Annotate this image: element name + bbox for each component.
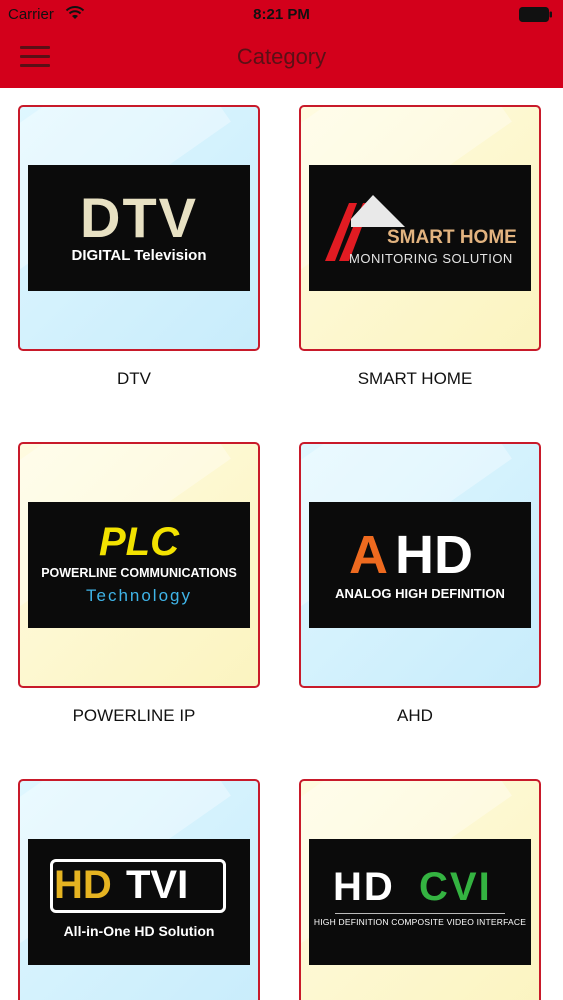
category-card-hd-tvi[interactable]: HD TVI All-in-One HD Solution: [18, 779, 260, 1000]
hd-cvi-logo-cvi: CVI: [419, 865, 492, 909]
category-label-powerline-ip[interactable]: POWERLINE IP: [4, 706, 264, 726]
dtv-logo-subtitle: DIGITAL Television: [71, 247, 207, 264]
plc-logo: PLC POWERLINE COMMUNICATIONS Technology: [28, 502, 250, 628]
category-label-smart-home[interactable]: SMART HOME: [285, 369, 545, 389]
hd-cvi-logo-hd: HD: [333, 865, 395, 909]
category-label-dtv[interactable]: DTV: [4, 369, 264, 389]
hd-cvi-logo-subtitle: HIGH DEFINITION COMPOSITE VIDEO INTERFAC…: [313, 917, 527, 927]
hd-tvi-logo-tvi: TVI: [126, 863, 189, 907]
app-header: Carrier 8:21 PM Category: [0, 0, 563, 88]
category-card-smart-home[interactable]: SMART HOME MONITORING SOLUTION: [299, 105, 541, 351]
ahd-logo-hd: HD: [395, 525, 473, 585]
category-grid: DTV DIGITAL Television DTV SMART HOME MO…: [0, 88, 563, 1000]
hd-cvi-logo: HD CVI HIGH DEFINITION COMPOSITE VIDEO I…: [309, 839, 531, 965]
dtv-logo-title: DTV: [80, 186, 198, 249]
ahd-logo-a: A: [349, 525, 388, 585]
category-card-dtv[interactable]: DTV DIGITAL Television: [18, 105, 260, 351]
hd-tvi-logo-hd: HD: [54, 863, 112, 907]
smart-home-logo: SMART HOME MONITORING SOLUTION: [309, 165, 531, 291]
smart-home-logo-subtitle: MONITORING SOLUTION: [349, 251, 513, 266]
ahd-logo-subtitle: ANALOG HIGH DEFINITION: [335, 586, 505, 601]
page-title: Category: [236, 44, 327, 69]
plc-logo-subtitle: POWERLINE COMMUNICATIONS: [41, 566, 237, 580]
category-card-powerline-ip[interactable]: PLC POWERLINE COMMUNICATIONS Technology: [18, 442, 260, 688]
dtv-logo: DTV DIGITAL Television: [28, 165, 250, 291]
category-card-ahd[interactable]: A HD ANALOG HIGH DEFINITION: [299, 442, 541, 688]
hd-tvi-logo-subtitle: All-in-One HD Solution: [63, 923, 215, 939]
hd-tvi-logo: HD TVI All-in-One HD Solution: [28, 839, 250, 965]
smart-home-logo-title: SMART HOME: [387, 227, 517, 248]
status-bar: Carrier 8:21 PM: [0, 0, 563, 28]
battery-icon: [519, 7, 552, 22]
ahd-logo: A HD ANALOG HIGH DEFINITION: [309, 502, 531, 628]
plc-logo-title: PLC: [99, 520, 179, 564]
plc-logo-tagline: Technology: [85, 586, 192, 605]
category-card-hd-cvi[interactable]: HD CVI HIGH DEFINITION COMPOSITE VIDEO I…: [299, 779, 541, 1000]
category-label-ahd[interactable]: AHD: [285, 706, 545, 726]
clock: 8:21 PM: [253, 6, 310, 23]
